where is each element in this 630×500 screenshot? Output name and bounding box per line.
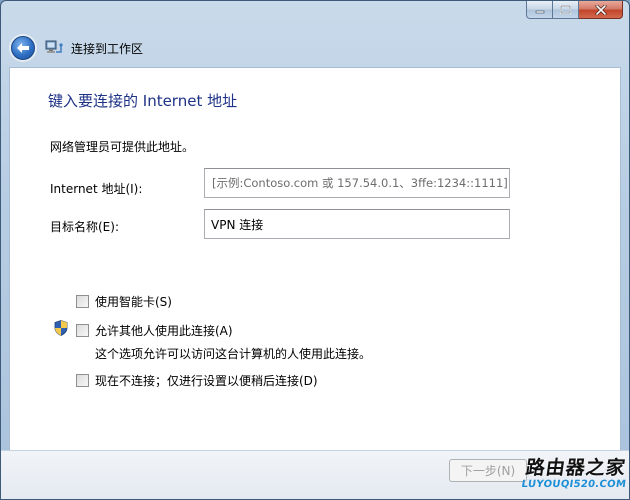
destination-name-value: VPN 连接 <box>211 217 264 232</box>
connect-later-checkbox[interactable] <box>76 374 89 387</box>
maximize-button[interactable] <box>553 1 579 19</box>
wizard-header: 连接到工作区 <box>11 35 143 61</box>
next-button[interactable]: 下一步(N) <box>449 459 527 482</box>
allow-others-checkbox[interactable] <box>76 324 89 337</box>
smart-card-label: 使用智能卡(S) <box>95 295 172 309</box>
destination-name-input[interactable]: VPN 连接 <box>204 209 510 239</box>
close-button[interactable] <box>579 1 623 19</box>
network-connection-icon <box>45 40 63 56</box>
page-heading: 键入要连接的 Internet 地址 <box>48 92 238 110</box>
connect-later-label: 现在不连接；仅进行设置以便稍后连接(D) <box>95 374 318 388</box>
close-icon <box>595 4 606 15</box>
watermark-url: LUYOUQI520.COM <box>520 479 627 490</box>
allow-others-help: 这个选项允许可以访问这台计算机的人使用此连接。 <box>95 347 372 361</box>
caption-buttons <box>526 1 623 19</box>
back-button[interactable] <box>11 36 35 60</box>
connect-later-option[interactable]: 现在不连接；仅进行设置以便稍后连接(D) <box>76 372 318 389</box>
internet-address-label: Internet 地址(I): <box>50 182 143 196</box>
maximize-icon <box>560 5 571 14</box>
watermark-text: 路由器之家 <box>524 457 628 479</box>
wizard-content: 键入要连接的 Internet 地址 网络管理员可提供此地址。 Internet… <box>9 67 621 450</box>
shield-icon <box>54 320 68 336</box>
wizard-window: 连接到工作区 键入要连接的 Internet 地址 网络管理员可提供此地址。 I… <box>0 0 630 500</box>
smart-card-option[interactable]: 使用智能卡(S) <box>76 293 172 310</box>
minimize-icon <box>535 10 544 13</box>
watermark-logo: 路由器之家 LUYOUQI520.COM <box>520 457 629 491</box>
smart-card-checkbox[interactable] <box>76 295 89 308</box>
allow-others-label: 允许其他人使用此连接(A) <box>95 324 233 338</box>
internet-address-input[interactable]: [示例:Contoso.com 或 157.54.0.1、3ffe:1234::… <box>204 168 510 198</box>
back-arrow-icon <box>17 43 29 53</box>
destination-name-label: 目标名称(E): <box>50 220 119 234</box>
allow-others-option[interactable]: 允许其他人使用此连接(A) <box>76 322 233 339</box>
internet-address-placeholder: [示例:Contoso.com 或 157.54.0.1、3ffe:1234::… <box>212 176 508 190</box>
minimize-button[interactable] <box>526 1 553 19</box>
page-description: 网络管理员可提供此地址。 <box>50 140 195 154</box>
window-title: 连接到工作区 <box>71 41 144 56</box>
